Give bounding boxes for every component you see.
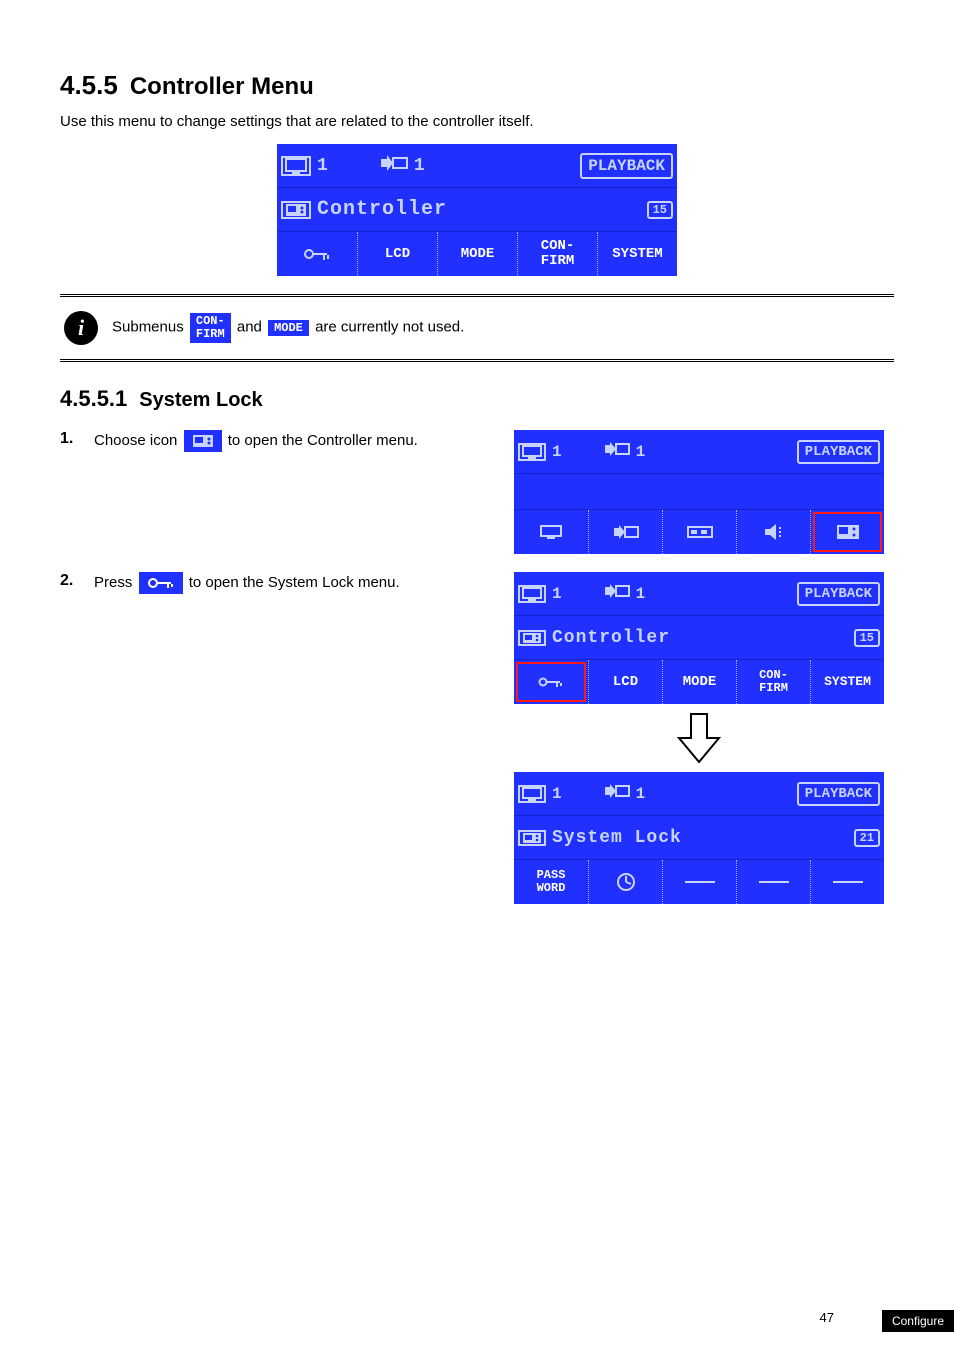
camera-number: 1 xyxy=(636,785,646,803)
step-1-pre: Choose icon xyxy=(94,432,177,449)
step-2-text: Press to open the System Lock menu. xyxy=(94,572,492,595)
lcd-tab-row: PASS WORD xyxy=(514,860,884,904)
step-1-number: 1. xyxy=(60,430,82,448)
camera-icon xyxy=(380,154,408,177)
tab-audio-icon[interactable] xyxy=(736,510,810,554)
lcd-screen-step2a: 1 1 PLAYBACK Controller 15 LCD MODE xyxy=(514,572,884,704)
intro-text: Use this menu to change settings that ar… xyxy=(60,111,894,132)
camera-icon xyxy=(604,441,630,462)
controller-icon-chip xyxy=(184,430,222,452)
controller-icon xyxy=(518,830,546,846)
lcd-blank-row xyxy=(514,474,884,510)
monitor-icon xyxy=(281,156,311,176)
step-2-pre: Press xyxy=(94,574,132,591)
subsection-number: 4.5.5.1 xyxy=(60,386,127,412)
lcd-status-row: 1 1 PLAYBACK xyxy=(514,572,884,616)
lcd-screen-step1: 1 1 PLAYBACK xyxy=(514,430,884,554)
tab-blank-3[interactable] xyxy=(810,860,884,904)
lcd-title: Controller xyxy=(552,628,670,648)
lcd-title: Controller xyxy=(317,198,447,221)
camera-number: 1 xyxy=(636,443,646,461)
camera-icon xyxy=(604,783,630,804)
lcd-title: System Lock xyxy=(552,828,682,848)
tab-clock-icon[interactable] xyxy=(588,860,662,904)
note-bar: i Submenus CON- FIRM and MODE are curren… xyxy=(60,294,894,362)
section-number: 4.5.5 xyxy=(60,70,118,101)
section-title: Controller Menu xyxy=(130,73,314,101)
monitor-number: 1 xyxy=(552,443,562,461)
lcd-status-row: 1 1 PLAYBACK xyxy=(514,430,884,474)
step-1: 1. Choose icon to open the Controller me… xyxy=(60,430,894,554)
key-icon xyxy=(303,246,331,262)
step-2: 2. Press to open the System Lock menu. 1… xyxy=(60,572,894,904)
tab-mode[interactable]: MODE xyxy=(437,232,517,276)
lcd-badge: 21 xyxy=(854,829,880,847)
lcd-screen-main: 1 1 PLAYBACK Controller 15 xyxy=(277,144,677,276)
step-1-post: to open the Controller menu. xyxy=(228,432,418,449)
chip-mode: MODE xyxy=(268,320,309,337)
tab-mode[interactable]: MODE xyxy=(662,660,736,704)
camera-number: 1 xyxy=(414,156,425,176)
lcd-status-row: 1 1 PLAYBACK xyxy=(277,144,677,188)
arrow-down-icon xyxy=(675,712,723,764)
monitor-icon xyxy=(518,585,546,603)
controller-icon xyxy=(281,201,311,219)
mode-badge: PLAYBACK xyxy=(797,582,880,606)
camera-number: 1 xyxy=(636,585,646,603)
footer-tab: Configure xyxy=(882,1310,954,1332)
step-1-text: Choose icon to open the Controller menu. xyxy=(94,430,492,453)
lcd-tab-row: LCD MODE CON- FIRM SYSTEM xyxy=(514,660,884,704)
tab-lock[interactable] xyxy=(277,232,357,276)
tab-controller-icon[interactable] xyxy=(810,510,884,554)
tab-confirm[interactable]: CON- FIRM xyxy=(517,232,597,276)
tab-blank-1[interactable] xyxy=(662,860,736,904)
chip-confirm: CON- FIRM xyxy=(190,313,231,342)
note-text: Submenus CON- FIRM and MODE are currentl… xyxy=(112,313,464,342)
lcd-title-row: Controller 15 xyxy=(277,188,677,232)
lcd-screen-step2b: 1 1 PLAYBACK System Lock 21 PASS WORD xyxy=(514,772,884,904)
tab-lcd[interactable]: LCD xyxy=(588,660,662,704)
tab-lock[interactable] xyxy=(514,660,588,704)
info-icon: i xyxy=(64,311,98,345)
camera-icon xyxy=(604,583,630,604)
tab-lcd[interactable]: LCD xyxy=(357,232,437,276)
section-heading: 4.5.5 Controller Menu xyxy=(60,70,894,101)
note-post: are currently not used. xyxy=(315,319,464,336)
tab-recorder-icon[interactable] xyxy=(662,510,736,554)
tab-blank-2[interactable] xyxy=(736,860,810,904)
page-number: 47 xyxy=(820,1310,834,1325)
key-icon-chip xyxy=(139,572,183,594)
mode-badge: PLAYBACK xyxy=(580,153,673,179)
monitor-number: 1 xyxy=(317,156,328,176)
lcd-tab-row xyxy=(514,510,884,554)
monitor-icon xyxy=(518,785,546,803)
step-2-number: 2. xyxy=(60,572,82,590)
tab-camera-icon[interactable] xyxy=(588,510,662,554)
lcd-title-row: Controller 15 xyxy=(514,616,884,660)
lcd-badge: 15 xyxy=(647,201,673,219)
note-mid: and xyxy=(237,319,262,336)
lcd-status-row: 1 1 PLAYBACK xyxy=(514,772,884,816)
tab-password[interactable]: PASS WORD xyxy=(514,860,588,904)
mode-badge: PLAYBACK xyxy=(797,782,880,806)
monitor-number: 1 xyxy=(552,785,562,803)
step-2-post: to open the System Lock menu. xyxy=(189,574,400,591)
subsection-heading: 4.5.5.1 System Lock xyxy=(60,386,894,412)
lcd-badge: 15 xyxy=(854,629,880,647)
tab-confirm[interactable]: CON- FIRM xyxy=(736,660,810,704)
controller-icon xyxy=(518,630,546,646)
mode-badge: PLAYBACK xyxy=(797,440,880,464)
lcd-title-row: System Lock 21 xyxy=(514,816,884,860)
note-pre: Submenus xyxy=(112,319,184,336)
monitor-number: 1 xyxy=(552,585,562,603)
monitor-icon xyxy=(518,443,546,461)
tab-monitor-icon[interactable] xyxy=(514,510,588,554)
lcd-tab-row: LCD MODE CON- FIRM SYSTEM xyxy=(277,232,677,276)
tab-system[interactable]: SYSTEM xyxy=(810,660,884,704)
tab-system[interactable]: SYSTEM xyxy=(597,232,677,276)
subsection-title: System Lock xyxy=(139,389,262,412)
